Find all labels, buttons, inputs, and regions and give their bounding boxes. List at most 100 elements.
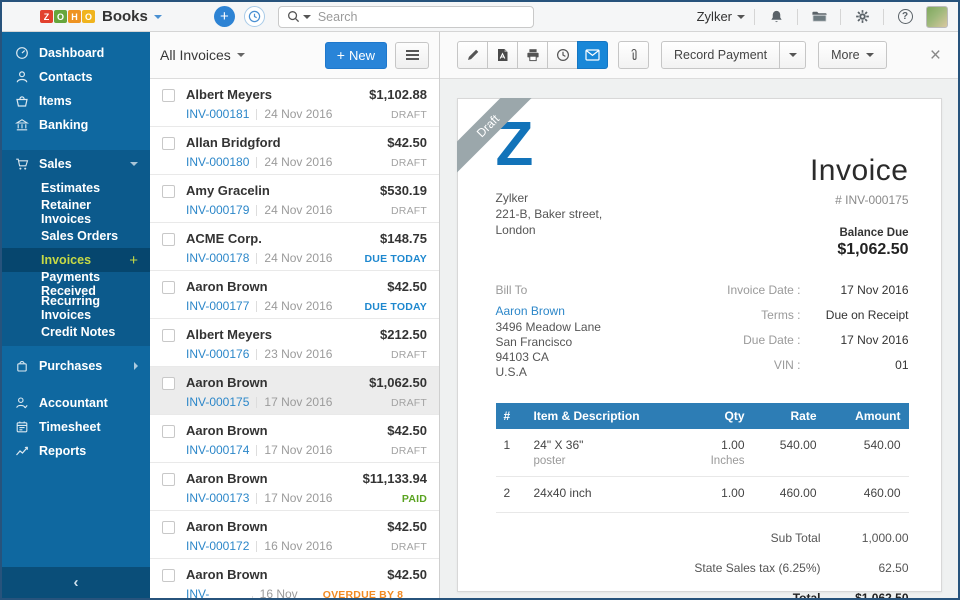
email-button[interactable] — [577, 41, 608, 69]
print-button[interactable] — [517, 41, 548, 69]
global-search[interactable] — [278, 6, 534, 28]
sales-section: Sales Estimates Retainer Invoices Sales … — [2, 150, 150, 346]
edit-button[interactable] — [457, 41, 488, 69]
invoice-list-row[interactable]: Aaron Brown $42.50 INV-000171 16 Nov 201… — [150, 559, 439, 598]
row-checkbox[interactable] — [162, 521, 175, 534]
invoice-number-link[interactable]: INV-000176 — [186, 347, 249, 361]
invoice-number-link[interactable]: INV-000172 — [186, 539, 249, 553]
customer-name: Aaron Brown — [186, 375, 268, 390]
invoice-date: 24 Nov 2016 — [264, 107, 332, 121]
row-checkbox[interactable] — [162, 233, 175, 246]
list-filter-label: All Invoices — [160, 47, 231, 63]
sidebar-collapse-button[interactable]: ‹ — [2, 567, 150, 598]
sidebar-item-payments-received[interactable]: Payments Received — [2, 272, 150, 296]
divider — [754, 9, 755, 25]
pdf-button[interactable] — [487, 41, 518, 69]
row-checkbox[interactable] — [162, 137, 175, 150]
invoice-number-link[interactable]: INV-000173 — [186, 491, 249, 505]
recent-activity-button[interactable] — [244, 6, 265, 27]
close-detail-button[interactable]: × — [930, 46, 941, 65]
quick-create-button[interactable]: + — [214, 6, 235, 27]
customer-address-line: 94103 CA — [496, 350, 601, 365]
document-title: Invoice — [810, 154, 909, 188]
item-description: poster — [534, 455, 687, 467]
search-scope-caret[interactable] — [303, 15, 311, 19]
invoice-list-row[interactable]: Albert Meyers $1,102.88 INV-000181 24 No… — [150, 79, 439, 127]
search-input[interactable] — [318, 10, 525, 24]
org-switcher[interactable]: Zylker — [697, 9, 745, 24]
add-invoice-icon[interactable]: + — [129, 252, 138, 269]
sidebar-item-timesheet[interactable]: Timesheet — [2, 415, 150, 439]
sidebar-item-items[interactable]: Items — [2, 89, 150, 113]
meta-label: Terms : — [761, 308, 800, 322]
invoice-number-link[interactable]: INV-000181 — [186, 107, 249, 121]
customer-link[interactable]: Aaron Brown — [496, 304, 601, 318]
row-checkbox[interactable] — [162, 377, 175, 390]
row-checkbox[interactable] — [162, 89, 175, 102]
meta-label: Due Date : — [743, 333, 800, 347]
invoice-list-row[interactable]: Aaron Brown $42.50 INV-000172 16 Nov 201… — [150, 511, 439, 559]
invoice-list-row[interactable]: Aaron Brown $42.50 INV-000174 17 Nov 201… — [150, 415, 439, 463]
sidebar-item-dashboard[interactable]: Dashboard — [2, 41, 150, 65]
notifications-button[interactable] — [764, 9, 788, 24]
sidebar-item-label: Credit Notes — [41, 325, 115, 339]
row-checkbox[interactable] — [162, 473, 175, 486]
sidebar-item-invoices[interactable]: Invoices + — [2, 248, 150, 272]
invoice-number-link[interactable]: INV-000174 — [186, 443, 249, 457]
documents-button[interactable] — [807, 9, 831, 24]
record-payment-button[interactable]: Record Payment — [661, 41, 780, 69]
sidebar-item-estimates[interactable]: Estimates — [2, 176, 150, 200]
row-checkbox[interactable] — [162, 425, 175, 438]
sidebar-item-sales[interactable]: Sales — [2, 152, 150, 176]
invoice-list-row[interactable]: ACME Corp. $148.75 INV-000178 24 Nov 201… — [150, 223, 439, 271]
list-filter-dropdown[interactable]: All Invoices — [160, 47, 245, 63]
sidebar-item-sales-orders[interactable]: Sales Orders — [2, 224, 150, 248]
sidebar-item-contacts[interactable]: Contacts — [2, 65, 150, 89]
sidebar-item-recurring-invoices[interactable]: Recurring Invoices — [2, 296, 150, 320]
org-name: Zylker — [697, 9, 732, 24]
plus-icon: + — [337, 47, 345, 63]
invoice-number-link[interactable]: INV-000180 — [186, 155, 249, 169]
invoice-date: 17 Nov 2016 — [264, 395, 332, 409]
invoice-list-row[interactable]: Allan Bridgford $42.50 INV-000180 24 Nov… — [150, 127, 439, 175]
attachment-button[interactable] — [618, 41, 649, 69]
status-badge: DRAFT — [391, 541, 427, 553]
settings-button[interactable] — [850, 9, 874, 24]
zoho-books-logo[interactable]: Z O H O Books — [40, 8, 162, 25]
new-invoice-button[interactable]: + New — [325, 42, 387, 69]
help-button[interactable]: ? — [893, 9, 917, 24]
sidebar-item-credit-notes[interactable]: Credit Notes — [2, 320, 150, 344]
invoice-list-row[interactable]: Aaron Brown $1,062.50 INV-000175 17 Nov … — [150, 367, 439, 415]
row-checkbox[interactable] — [162, 569, 175, 582]
more-button[interactable]: More — [818, 41, 886, 69]
invoice-number-link[interactable]: INV-000175 — [186, 395, 249, 409]
invoice-number-link[interactable]: INV-000179 — [186, 203, 249, 217]
row-checkbox[interactable] — [162, 281, 175, 294]
item-unit: Inches — [703, 455, 745, 467]
sidebar-item-reports[interactable]: Reports — [2, 439, 150, 463]
calendar-icon — [14, 420, 30, 434]
sidebar-item-purchases[interactable]: Purchases — [2, 354, 150, 378]
search-icon — [287, 10, 300, 23]
record-payment-caret[interactable] — [780, 41, 806, 69]
list-options-button[interactable] — [395, 42, 429, 69]
divider — [256, 157, 257, 168]
sidebar-item-retainer-invoices[interactable]: Retainer Invoices — [2, 200, 150, 224]
invoice-list-row[interactable]: Aaron Brown $42.50 INV-000177 24 Nov 201… — [150, 271, 439, 319]
row-checkbox[interactable] — [162, 329, 175, 342]
invoice-detail-panel: Record Payment More × Draft — [440, 32, 958, 598]
user-avatar[interactable] — [926, 6, 948, 28]
row-checkbox[interactable] — [162, 185, 175, 198]
reminder-button[interactable] — [547, 41, 578, 69]
sidebar-item-accountant[interactable]: Accountant — [2, 391, 150, 415]
invoice-list-row[interactable]: Aaron Brown $11,133.94 INV-000173 17 Nov… — [150, 463, 439, 511]
invoice-list-row[interactable]: Amy Gracelin $530.19 INV-000179 24 Nov 2… — [150, 175, 439, 223]
status-badge: DRAFT — [391, 445, 427, 457]
status-badge: DUE TODAY — [365, 253, 427, 265]
invoice-number-link[interactable]: INV-000171 — [186, 587, 245, 598]
status-badge: DRAFT — [391, 349, 427, 361]
sidebar-item-banking[interactable]: Banking — [2, 113, 150, 137]
invoice-number-link[interactable]: INV-000178 — [186, 251, 249, 265]
invoice-number-link[interactable]: INV-000177 — [186, 299, 249, 313]
invoice-list-row[interactable]: Albert Meyers $212.50 INV-000176 23 Nov … — [150, 319, 439, 367]
